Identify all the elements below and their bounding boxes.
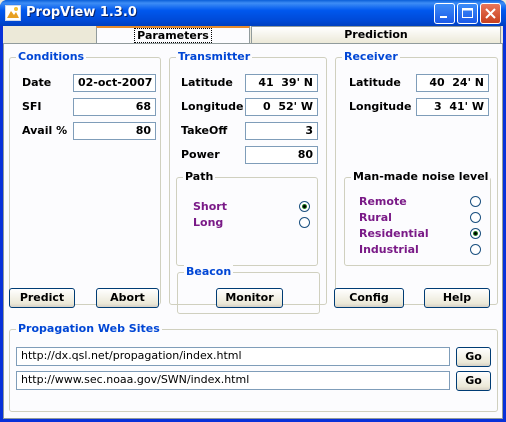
path-short-label: Short <box>193 200 227 213</box>
maximize-icon <box>462 8 473 18</box>
noise-rural-label: Rural <box>359 211 392 224</box>
transmitter-title: Transmitter <box>176 50 253 63</box>
website-url-1-field[interactable]: http://dx.qsl.net/propagation/index.html <box>16 347 450 366</box>
path-long-label: Long <box>193 216 224 229</box>
path-short-radio[interactable] <box>299 201 310 212</box>
rx-longitude-label: Longitude <box>349 100 412 113</box>
noise-remote-radio[interactable] <box>470 196 481 207</box>
takeoff-label: TakeOff <box>181 124 228 137</box>
noise-industrial-label: Industrial <box>359 243 419 256</box>
help-button[interactable]: Help <box>424 288 490 308</box>
title-bar[interactable]: PropView 1.3.0 <box>0 0 506 26</box>
minimize-button[interactable] <box>434 3 455 24</box>
noise-rural-radio[interactable] <box>470 212 481 223</box>
noise-residential-radio[interactable] <box>470 228 481 239</box>
window-title: PropView 1.3.0 <box>26 5 137 20</box>
tx-latitude-field[interactable]: 41 39' N <box>245 74 318 92</box>
predict-button[interactable]: Predict <box>9 288 75 308</box>
rx-latitude-field[interactable]: 40 24' N <box>416 74 489 92</box>
takeoff-field[interactable]: 3 <box>245 122 318 140</box>
tx-latitude-label: Latitude <box>181 76 233 89</box>
close-icon <box>485 8 496 19</box>
client-area: Parameters Prediction Conditions Date 02… <box>3 26 503 419</box>
noise-industrial-radio[interactable] <box>470 244 481 255</box>
tx-longitude-label: Longitude <box>181 100 244 113</box>
website-url-2-field[interactable]: http://www.sec.noaa.gov/SWN/index.html <box>16 371 450 390</box>
sfi-label: SFI <box>22 100 42 113</box>
avail-label: Avail % <box>22 124 68 137</box>
date-label: Date <box>22 76 52 89</box>
parameters-panel: Conditions Date 02-oct-2007 SFI 68 Avail… <box>3 43 503 419</box>
power-label: Power <box>181 148 220 161</box>
go-button-1[interactable]: Go <box>456 347 491 367</box>
noise-group: Man-made noise level Remote Rural Reside… <box>344 170 491 266</box>
rx-latitude-label: Latitude <box>349 76 401 89</box>
monitor-button[interactable]: Monitor <box>216 288 283 308</box>
noise-remote-label: Remote <box>359 195 407 208</box>
tab-prediction[interactable]: Prediction <box>251 26 501 43</box>
maximize-button[interactable] <box>457 3 478 24</box>
config-button[interactable]: Config <box>334 288 404 308</box>
close-button[interactable] <box>480 3 501 24</box>
beacon-title: Beacon <box>184 265 234 278</box>
path-long-radio[interactable] <box>299 217 310 228</box>
minimize-icon <box>440 16 447 18</box>
app-window: PropView 1.3.0 Parameters Prediction Con… <box>0 0 506 422</box>
noise-title: Man-made noise level <box>351 170 491 183</box>
abort-button[interactable]: Abort <box>96 288 159 308</box>
app-icon <box>5 5 21 21</box>
avail-field[interactable]: 80 <box>73 122 156 140</box>
path-title: Path <box>183 170 216 183</box>
receiver-title: Receiver <box>342 50 400 63</box>
noise-residential-label: Residential <box>359 227 429 240</box>
websites-title: Propagation Web Sites <box>16 322 162 335</box>
go-button-2[interactable]: Go <box>456 371 491 391</box>
rx-longitude-field[interactable]: 3 41' W <box>416 98 489 116</box>
receiver-group: Receiver Latitude 40 24' N Longitude 3 4… <box>335 50 498 305</box>
websites-group: Propagation Web Sites http://dx.qsl.net/… <box>9 322 498 412</box>
tx-longitude-field[interactable]: 0 52' W <box>245 98 318 116</box>
date-field[interactable]: 02-oct-2007 <box>73 74 156 92</box>
conditions-title: Conditions <box>16 50 87 63</box>
path-group: Path Short Long <box>176 170 318 266</box>
conditions-group: Conditions Date 02-oct-2007 SFI 68 Avail… <box>9 50 161 305</box>
sfi-field[interactable]: 68 <box>73 98 156 116</box>
power-field[interactable]: 80 <box>245 146 318 164</box>
beacon-group: Beacon Monitor <box>177 265 320 314</box>
tab-parameters[interactable]: Parameters <box>96 26 250 43</box>
